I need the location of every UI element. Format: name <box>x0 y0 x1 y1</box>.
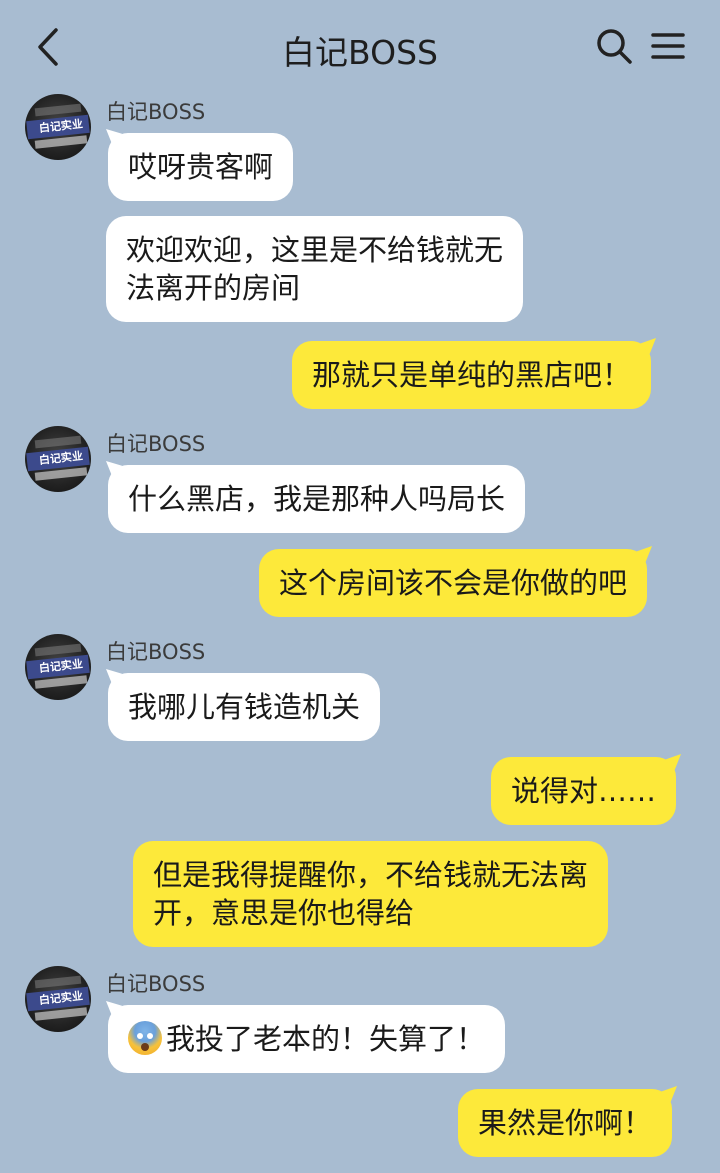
message-bubble[interactable]: 我哪儿有钱造机关 <box>108 673 381 741</box>
avatar[interactable]: 白记实业 <box>25 94 91 160</box>
message-bubble[interactable]: 说得对…… <box>491 757 677 825</box>
message-bubble[interactable]: 什么黑店，我是那种人吗局长 <box>108 465 526 533</box>
message-bubble[interactable]: 我投了老本的！失算了！ <box>108 1005 506 1073</box>
message-text: 我投了老本的！失算了！ <box>166 1022 486 1056</box>
message-bubble[interactable]: 这个房间该不会是你做的吧 <box>259 549 648 617</box>
sender-name: 白记BOSS <box>106 100 206 124</box>
message-bubble[interactable]: 但是我得提醒你，不给钱就无法离 开，意思是你也得给 <box>133 841 609 947</box>
sender-name: 白记BOSS <box>106 640 206 664</box>
message-bubble[interactable]: 欢迎欢迎，这里是不给钱就无 法离开的房间 <box>106 216 524 322</box>
message-bubble[interactable]: 哎呀贵客啊 <box>108 133 294 201</box>
sender-name: 白记BOSS <box>106 972 206 996</box>
message-bubble[interactable]: 果然是你啊！ <box>458 1089 673 1157</box>
sender-name: 白记BOSS <box>106 432 206 456</box>
menu-icon[interactable] <box>650 28 686 64</box>
message-bubble[interactable]: 那就只是单纯的黑店吧！ <box>292 341 652 409</box>
avatar[interactable]: 白记实业 <box>25 426 91 492</box>
avatar[interactable]: 白记实业 <box>25 966 91 1032</box>
avatar[interactable]: 白记实业 <box>25 634 91 700</box>
search-icon[interactable] <box>594 26 634 66</box>
chat-header: 白记BOSS <box>0 0 720 92</box>
screaming-face-icon <box>128 1021 162 1055</box>
